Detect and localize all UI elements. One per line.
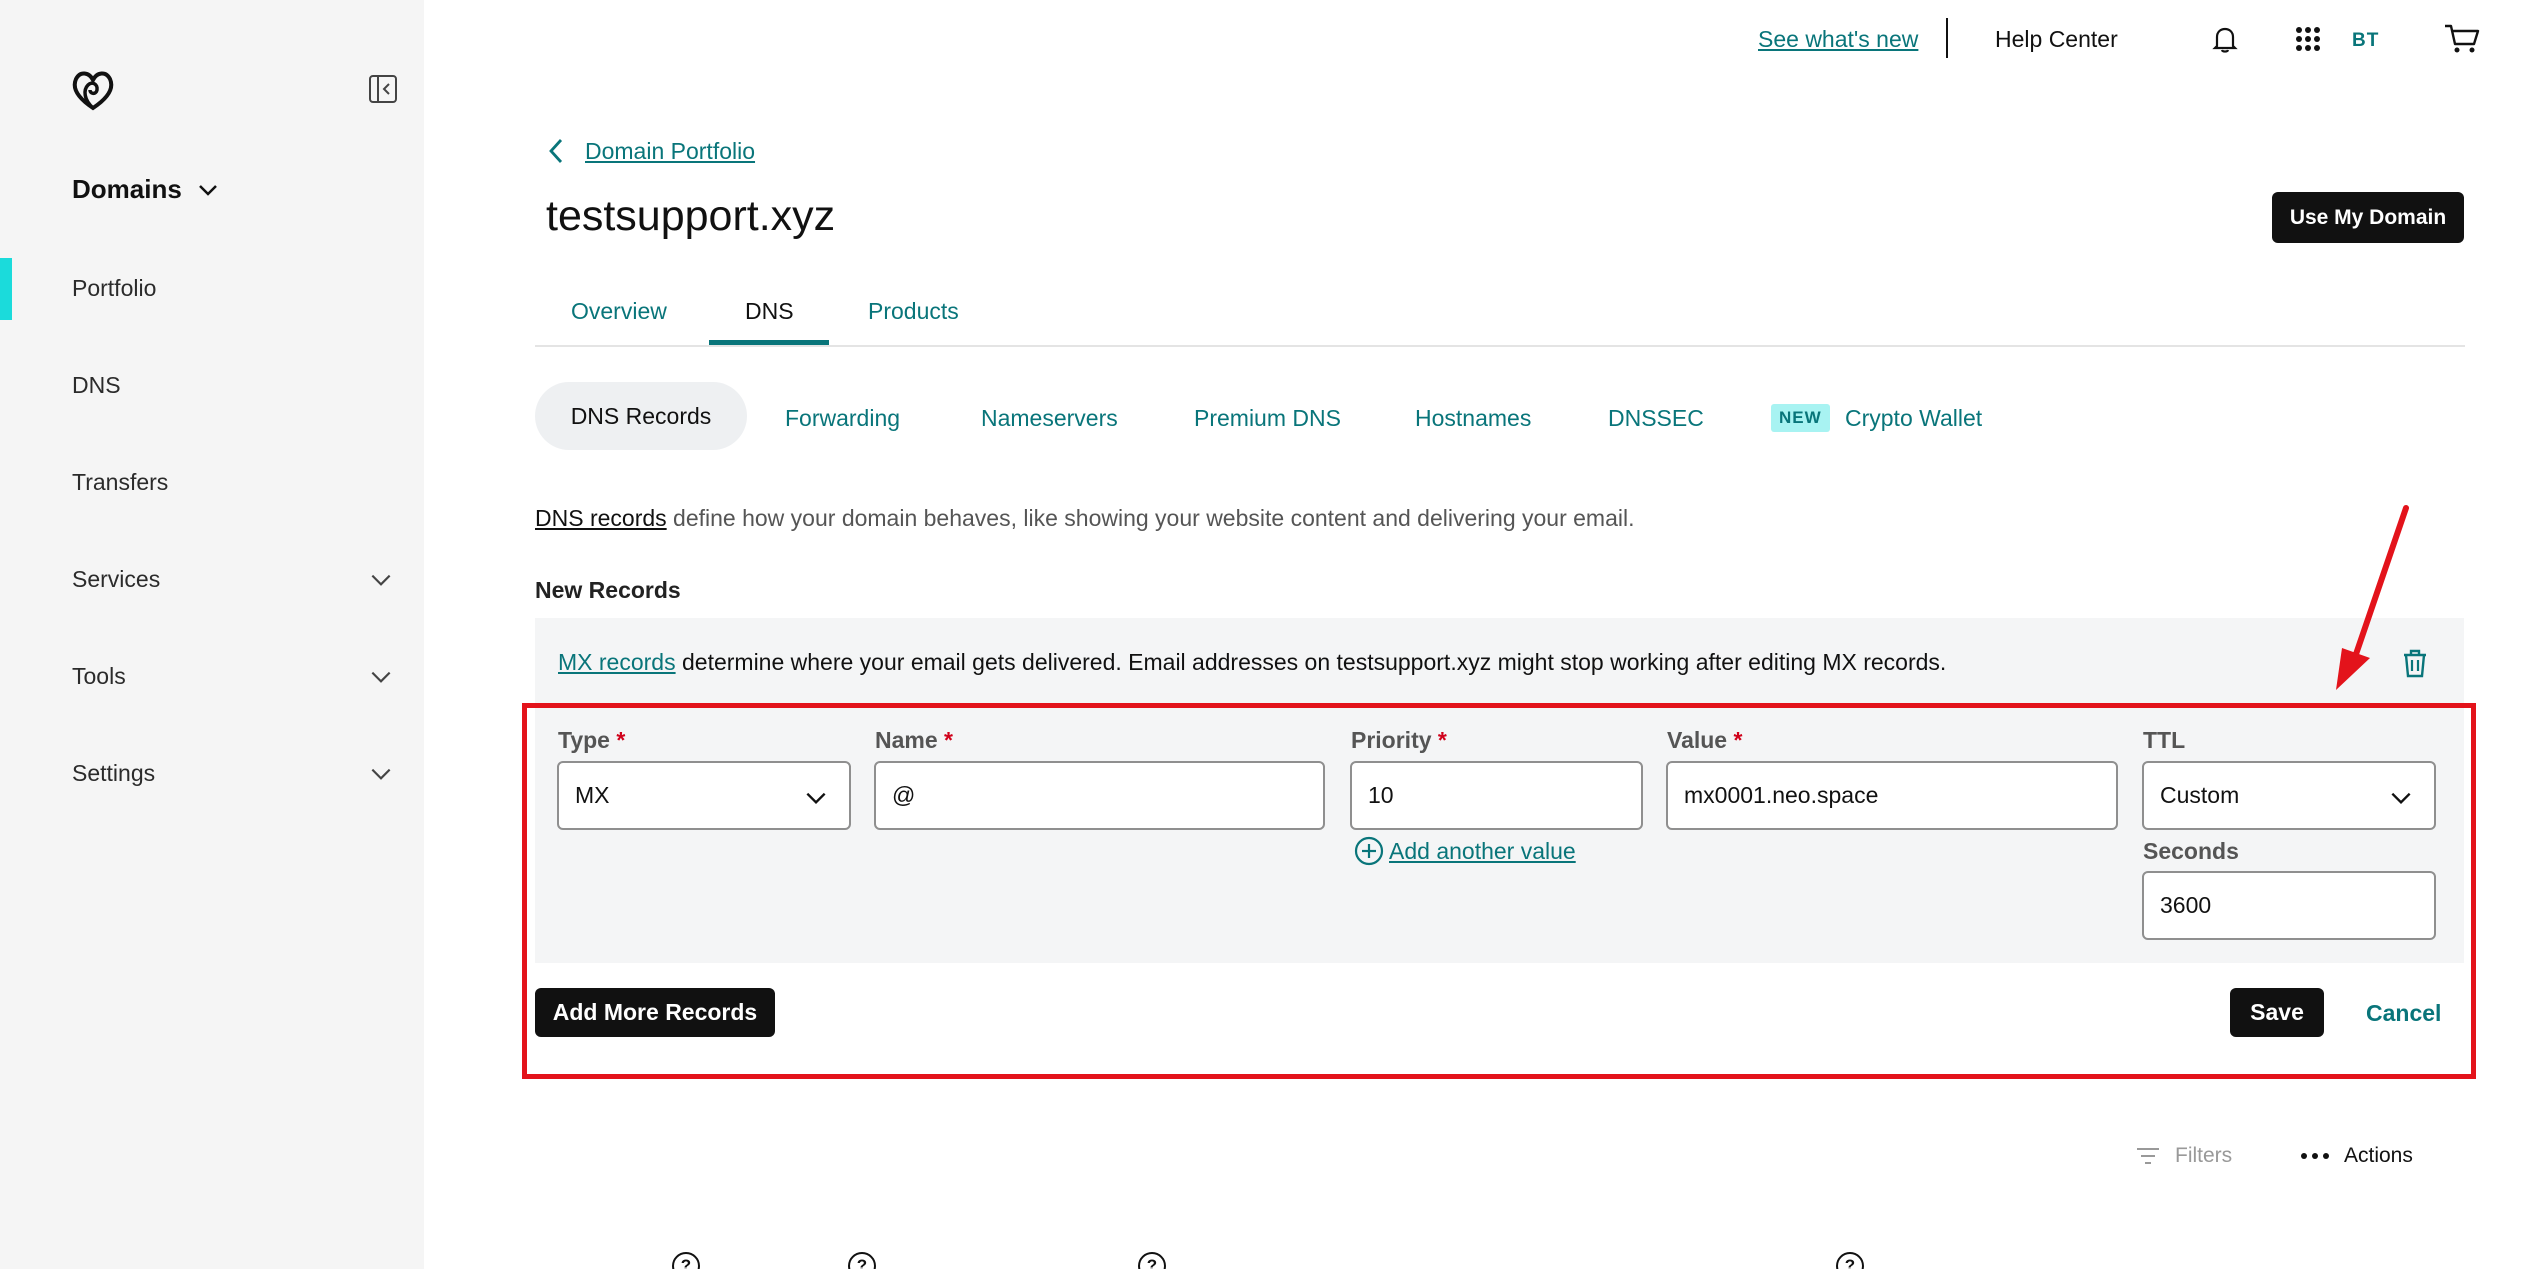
chevron-down-icon [198, 184, 217, 196]
column-header-name: ? [848, 1252, 876, 1269]
mx-note-text: determine where your email gets delivere… [675, 649, 1947, 675]
column-header-data: ? [1138, 1252, 1166, 1269]
sidebar-item-services[interactable]: Services [0, 549, 424, 609]
subtab-dnssec[interactable]: DNSSEC [1608, 405, 1704, 432]
actions-label: Actions [2344, 1144, 2413, 1167]
subtab-premium-dns[interactable]: Premium DNS [1194, 405, 1341, 432]
new-records-heading: New Records [535, 577, 681, 603]
chevron-down-icon [371, 574, 391, 586]
active-tab-indicator [709, 340, 829, 345]
dns-description: DNS records define how your domain behav… [535, 505, 1635, 532]
subtab-hostnames[interactable]: Hostnames [1415, 405, 1531, 432]
sidebar-title[interactable]: Domains [72, 174, 220, 205]
subtab-nameservers[interactable]: Nameservers [981, 405, 1118, 432]
column-header-ttl: ? [1836, 1252, 1864, 1269]
actions-button[interactable]: Actions [2300, 1144, 2413, 1168]
dns-records-link[interactable]: DNS records [535, 505, 667, 531]
chevron-down-icon [371, 768, 391, 780]
column-header-type: ? [672, 1252, 700, 1269]
dns-description-text: define how your domain behaves, like sho… [666, 505, 1635, 531]
sidebar-item-dns[interactable]: DNS [0, 355, 424, 415]
subtab-dns-records[interactable]: DNS Records [535, 382, 747, 450]
sidebar-title-label: Domains [72, 174, 182, 204]
topbar-divider [1946, 18, 1948, 58]
annotation-arrow-icon [2336, 505, 2409, 690]
chevron-left-icon [549, 139, 563, 163]
tab-dns[interactable]: DNS [745, 298, 794, 325]
help-center-link[interactable]: Help Center [1995, 26, 2118, 53]
info-icon[interactable]: ? [672, 1252, 700, 1269]
whats-new-link[interactable]: See what's new [1758, 26, 1918, 53]
back-label: Domain Portfolio [585, 137, 756, 164]
more-horizontal-icon [2301, 1153, 2329, 1159]
subtab-crypto-wallet[interactable]: Crypto Wallet [1845, 405, 1982, 432]
use-my-domain-button[interactable]: Use My Domain [2272, 192, 2464, 243]
sidebar-item-transfers[interactable]: Transfers [0, 452, 424, 512]
back-to-portfolio-link[interactable]: Domain Portfolio [545, 136, 755, 166]
godaddy-logo-icon[interactable] [70, 68, 116, 112]
main-tabs: Overview DNS Products [535, 290, 2465, 347]
sidebar-item-label: Transfers [72, 468, 169, 495]
sidebar-item-label: DNS [72, 371, 121, 398]
sidebar-item-label: Services [72, 565, 161, 592]
new-badge: NEW [1771, 404, 1830, 432]
tab-products[interactable]: Products [868, 298, 959, 325]
page-title: testsupport.xyz [546, 192, 836, 240]
cart-icon[interactable] [2443, 22, 2481, 56]
info-icon[interactable]: ? [1138, 1252, 1166, 1269]
filter-icon [2137, 1148, 2159, 1164]
collapse-sidebar-icon[interactable] [368, 74, 398, 104]
sidebar: Domains Portfolio DNS Transfers Services… [0, 0, 424, 1269]
subtab-forwarding[interactable]: Forwarding [785, 405, 900, 432]
filters-button[interactable]: Filters [2135, 1144, 2232, 1168]
mx-info-note: MX records determine where your email ge… [558, 649, 1946, 676]
chevron-down-icon [371, 671, 391, 683]
info-icon[interactable]: ? [848, 1252, 876, 1269]
sidebar-item-tools[interactable]: Tools [0, 646, 424, 706]
info-icon[interactable]: ? [1836, 1252, 1864, 1269]
sidebar-item-label: Settings [72, 759, 156, 786]
tab-overview[interactable]: Overview [571, 298, 667, 325]
highlight-box [522, 703, 2476, 1079]
apps-grid-icon[interactable] [2291, 22, 2325, 56]
sidebar-item-settings[interactable]: Settings [0, 743, 424, 803]
filters-label: Filters [2175, 1144, 2233, 1167]
bell-icon[interactable] [2208, 22, 2242, 56]
sidebar-item-label: Tools [72, 662, 126, 689]
sidebar-item-label: Portfolio [72, 274, 157, 301]
avatar[interactable]: BT [2352, 30, 2379, 52]
sidebar-item-portfolio[interactable]: Portfolio [0, 258, 424, 318]
mx-records-link[interactable]: MX records [558, 649, 676, 675]
